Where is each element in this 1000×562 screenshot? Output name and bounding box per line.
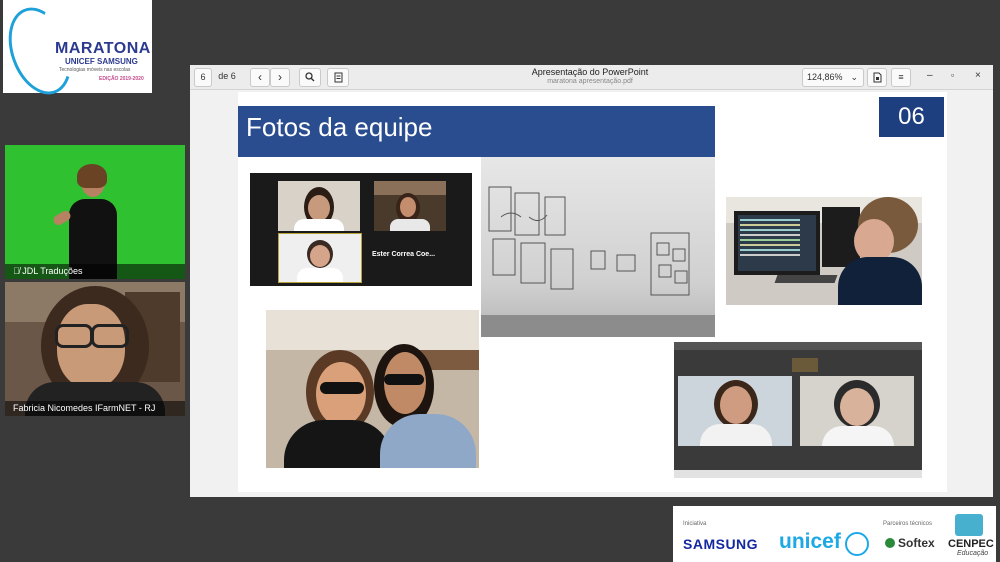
unicef-globe-icon (845, 532, 869, 556)
participant-tile-fabricia[interactable]: Fabricia Nicomedes IFarmNET - RJ (5, 282, 185, 416)
participant-tile-interpreter[interactable]: 🎙̸ JDL Traduções (5, 145, 185, 279)
pdf-viewer-window: 6 de 6 ‹ › Apresentação do PowerPoint ma… (190, 65, 993, 497)
slide-title-bar: Fotos da equipe (238, 106, 715, 157)
photo-screen-call (674, 342, 922, 478)
mic-muted-icon: 🎙̸ (13, 266, 20, 276)
cenpec-subtitle: Educação (957, 550, 989, 557)
initiative-label: Iniciativa (683, 521, 707, 527)
slide-number: 06 (879, 97, 944, 137)
annotation-icon[interactable] (327, 68, 349, 87)
logo-tagline: Tecnologias móveis nas escolas (59, 67, 131, 73)
logo-subtitle: UNICEF SAMSUNG (65, 57, 138, 66)
participant-name: JDL Traduções (22, 266, 83, 276)
chevron-right-icon[interactable]: › (270, 68, 290, 87)
sponsors-banner: Iniciativa Parceiros técnicos SAMSUNG un… (673, 506, 996, 562)
unicef-logo: unicef (779, 530, 841, 553)
technical-partners-label: Parceiros técnicos (883, 521, 933, 527)
window-filename: maratona apresentação.pdf (547, 78, 633, 85)
logo-edition: EDIÇÃO 2019-2020 (99, 76, 144, 82)
call-participant-caption: Ester Correa Coe... (372, 251, 436, 258)
whiteboard-sketches (488, 186, 690, 296)
softex-logo: Softex (898, 536, 935, 550)
viewer-toolbar: 6 de 6 ‹ › Apresentação do PowerPoint ma… (190, 65, 993, 90)
close-icon[interactable]: × (975, 70, 981, 81)
zoom-value: 124,86% (807, 72, 843, 82)
photo-selfie (266, 310, 479, 468)
page-number-input[interactable]: 6 (194, 68, 212, 87)
event-logo: MARATONA UNICEF SAMSUNG Tecnologias móve… (0, 0, 152, 104)
zoom-select[interactable]: 124,86% ⌄ (802, 68, 864, 87)
photo-developer (726, 197, 922, 305)
cenpec-mark-icon (955, 514, 983, 536)
slide-page: Fotos da equipe 06 Ester Correa Coe... (238, 92, 947, 492)
photo-whiteboard (481, 157, 715, 337)
participant-video (5, 282, 185, 416)
maximize-icon[interactable]: ▫ (951, 70, 954, 80)
slide-title: Fotos da equipe (246, 112, 433, 142)
participant-video (51, 164, 119, 279)
menu-icon[interactable]: ≡ (891, 68, 911, 87)
chevron-down-icon: ⌄ (850, 72, 858, 82)
page-total: de 6 (218, 71, 236, 81)
softex-mark-icon (885, 538, 895, 548)
participant-name-bar: 🎙̸ JDL Traduções (5, 264, 185, 279)
window-title: Apresentação do PowerPoint (531, 67, 649, 77)
photo-video-call: Ester Correa Coe... (250, 173, 472, 286)
cenpec-logo: CENPEC (948, 538, 994, 550)
save-icon[interactable] (867, 68, 887, 87)
participant-name-bar: Fabricia Nicomedes IFarmNET - RJ (5, 401, 185, 416)
chevron-left-icon[interactable]: ‹ (250, 68, 270, 87)
samsung-logo: SAMSUNG (683, 536, 759, 552)
search-icon[interactable] (299, 68, 321, 87)
minimize-icon[interactable]: – (927, 70, 933, 81)
participant-name: Fabricia Nicomedes IFarmNET - RJ (13, 403, 156, 413)
logo-title: MARATONA (55, 40, 151, 57)
